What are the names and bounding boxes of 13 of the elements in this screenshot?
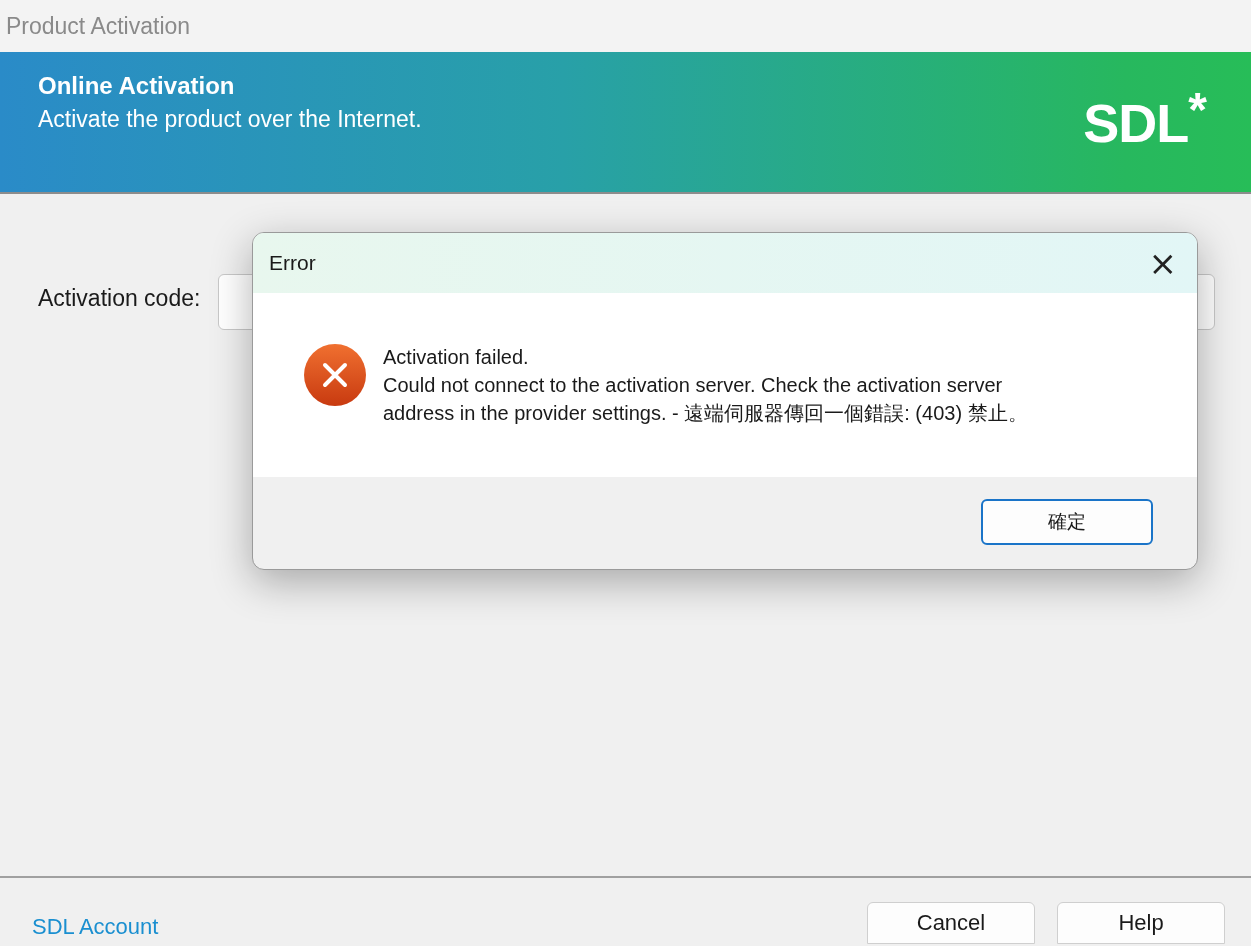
footer-button[interactable]: Cancel [867, 902, 1035, 944]
window-title: Product Activation [6, 12, 191, 40]
error-icon [303, 343, 367, 407]
error-message: Activation failed. [383, 345, 530, 370]
footer-button[interactable]: Help [1057, 902, 1225, 944]
logo: SDL* [1083, 86, 1207, 150]
header-title: Online Activation [38, 72, 236, 100]
dialog-title: Error [269, 251, 316, 275]
field-label: Activation code: [38, 285, 201, 312]
error-message: Could not connect to the activation server. Check the activation server address in the provider settings. - 遠端伺服器傳回一個錯誤: (403) 禁止。 [383, 373, 1028, 426]
header-subtitle: Activate the product over the Internet. [38, 106, 422, 133]
close-button[interactable]: × [1144, 246, 1181, 280]
ok-button[interactable]: 確定 [981, 499, 1153, 545]
